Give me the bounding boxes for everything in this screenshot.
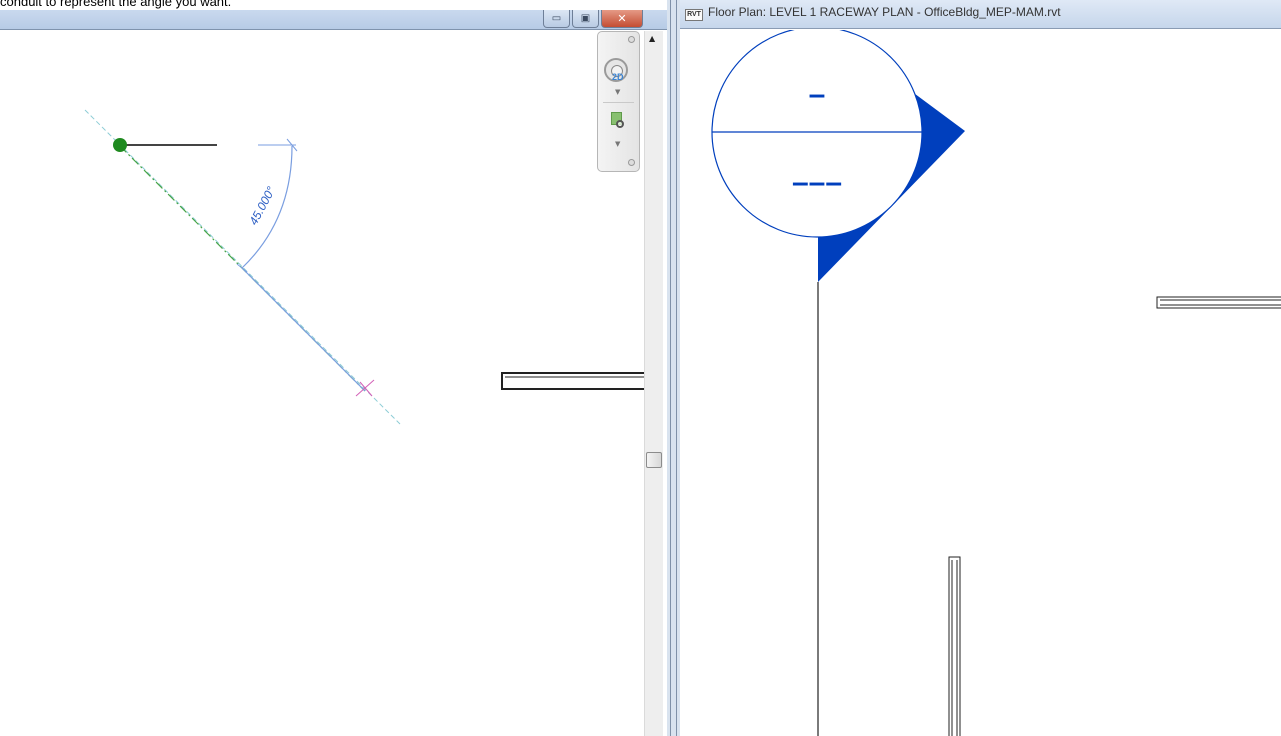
left-drawing-canvas[interactable]: 45.000° bbox=[0, 31, 644, 736]
right-view-titlebar: RVT Floor Plan: LEVEL 1 RACEWAY PLAN - O… bbox=[680, 0, 1281, 29]
left-drawing: 45.000° bbox=[84, 109, 644, 425]
close-button[interactable]: ✕ bbox=[601, 10, 643, 28]
wheel-dropdown-icon[interactable]: ▼ bbox=[615, 88, 620, 96]
wall-horizontal[interactable] bbox=[1156, 296, 1281, 309]
minimize-button[interactable]: ▭ bbox=[543, 10, 570, 28]
left-view-titlebar: ▭ ▣ ✕ bbox=[0, 10, 667, 30]
navigation-bar: 2D ▼ ▼ bbox=[597, 31, 640, 172]
instruction-caption: conduit to represent the angle you want. bbox=[0, 0, 232, 9]
wall-element[interactable] bbox=[501, 372, 644, 390]
section-tag-top-text: – bbox=[809, 78, 826, 111]
view-splitter[interactable] bbox=[667, 0, 680, 736]
zoom-dropdown-icon[interactable]: ▼ bbox=[615, 140, 620, 148]
section-tag-circle[interactable] bbox=[711, 30, 923, 238]
view-title: Floor Plan: LEVEL 1 RACEWAY PLAN - Offic… bbox=[708, 5, 1061, 19]
window-controls: ▭ ▣ ✕ bbox=[543, 10, 643, 30]
wall-vertical[interactable] bbox=[948, 556, 961, 736]
rvt-file-icon: RVT bbox=[685, 9, 703, 21]
scrollbar-thumb[interactable] bbox=[646, 452, 662, 468]
nav-bar-options-icon[interactable] bbox=[628, 159, 635, 166]
right-drawing: – ––– bbox=[711, 30, 1281, 736]
zoom-lens-icon bbox=[616, 120, 624, 128]
angle-leg-line bbox=[241, 267, 366, 392]
right-drawing-canvas[interactable]: – ––– bbox=[680, 30, 1281, 736]
scroll-up-arrow-icon[interactable]: ▲ bbox=[649, 34, 655, 43]
section-tag-bottom-text: ––– bbox=[792, 166, 842, 199]
nav-bar-close-icon[interactable] bbox=[628, 36, 635, 43]
vertical-scrollbar[interactable]: ▲ bbox=[644, 31, 663, 736]
restore-button[interactable]: ▣ bbox=[572, 10, 599, 28]
endpoint-grip[interactable] bbox=[113, 138, 127, 152]
angle-dimension-label[interactable]: 45.000° bbox=[246, 184, 278, 227]
nav-bar-separator bbox=[603, 102, 634, 103]
snap-marker bbox=[359, 381, 373, 397]
wheel-2d-label: 2D bbox=[612, 72, 624, 82]
